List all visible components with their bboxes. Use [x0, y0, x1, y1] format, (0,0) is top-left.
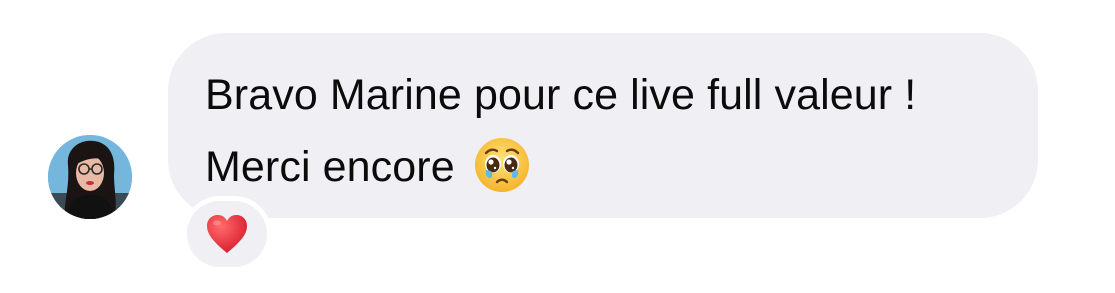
red-heart-icon — [207, 215, 247, 253]
pleading-face-icon — [473, 136, 531, 194]
avatar-image — [48, 135, 132, 219]
message-thread: Bravo Marine pour ce live full valeur ! … — [0, 0, 1115, 293]
message-text-line-2: Merci encore — [205, 138, 531, 196]
avatar[interactable] — [48, 135, 132, 219]
message-text-line-1: Bravo Marine pour ce live full valeur ! — [205, 71, 917, 119]
reaction-pill — [187, 201, 267, 267]
reaction-badge[interactable] — [182, 196, 272, 272]
message-text-line-2-label: Merci encore — [205, 142, 455, 191]
